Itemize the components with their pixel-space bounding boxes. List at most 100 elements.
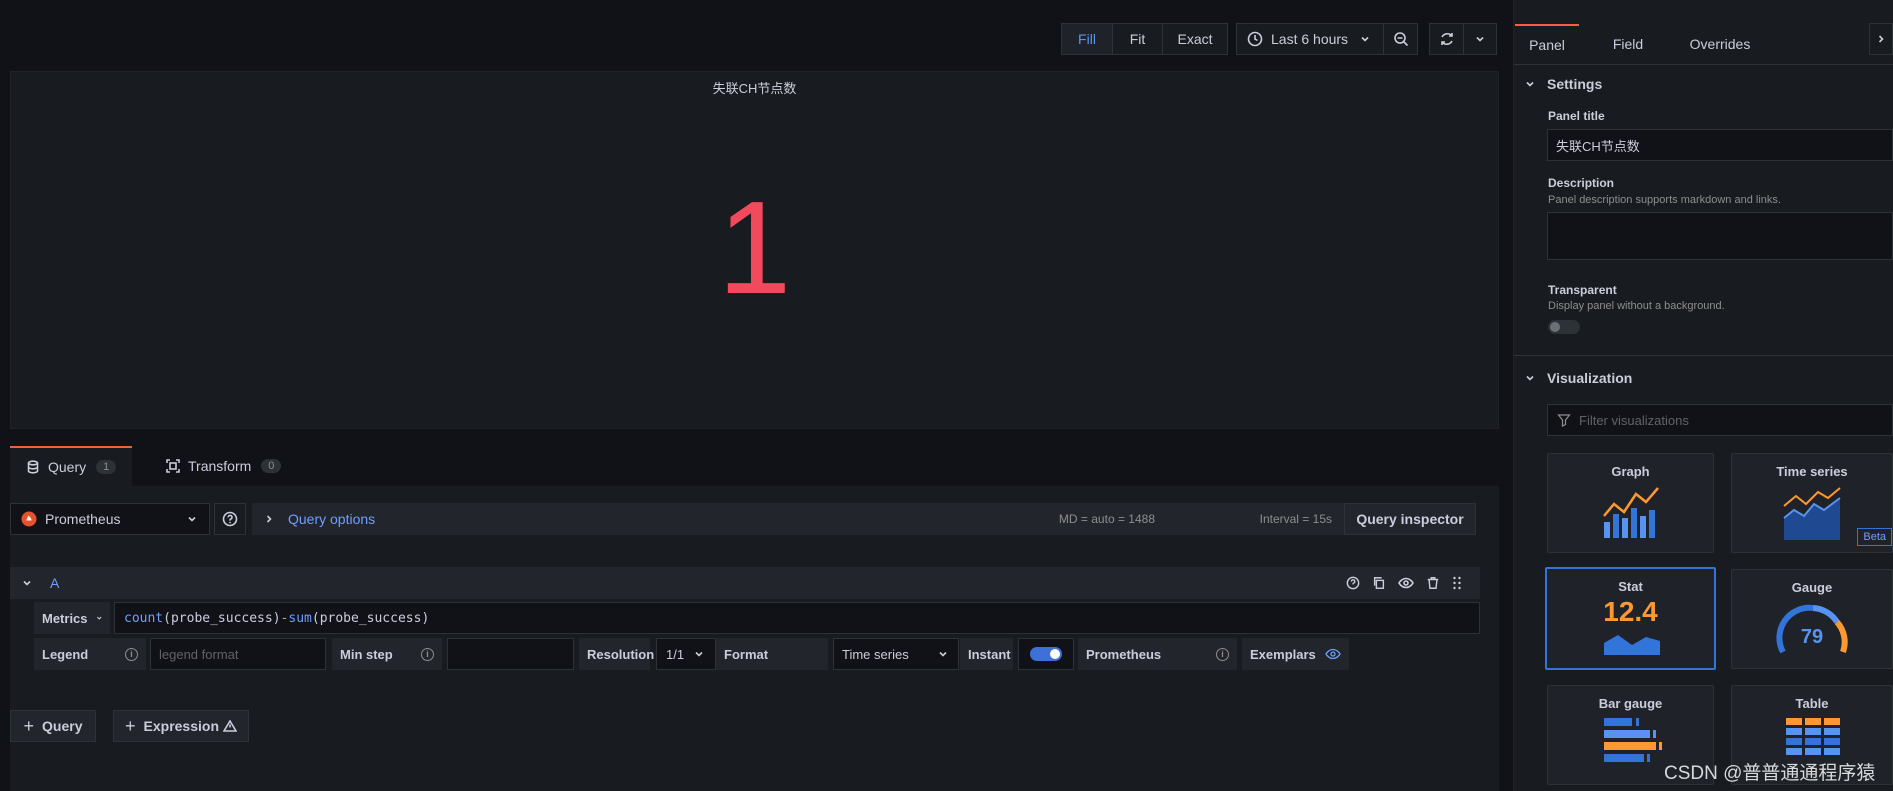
gauge-viz-sample-value: 79 <box>1800 626 1824 648</box>
viz-card-time-series[interactable]: Time series Beta <box>1731 453 1893 553</box>
viz-card-graph[interactable]: Graph <box>1547 453 1714 553</box>
chevron-down-icon <box>188 516 196 522</box>
stat-viz-sample-value: 12.4 <box>1603 596 1658 627</box>
datasource-label: Prometheus <box>45 511 121 527</box>
transparent-label: Transparent <box>1548 283 1617 297</box>
viz-gauge-label: Gauge <box>1791 580 1833 595</box>
bar-gauge-viz-icon <box>1604 718 1662 762</box>
description-textarea[interactable] <box>1547 212 1893 260</box>
expr-operator: - <box>280 610 289 626</box>
refresh-icon <box>1440 32 1453 46</box>
exact-button[interactable]: Exact <box>1163 23 1228 55</box>
expr-metric-1: probe_success <box>170 610 273 626</box>
side-tab-overrides[interactable]: Overrides <box>1682 24 1758 64</box>
transparent-toggle-knob <box>1550 322 1560 332</box>
prometheus-type-option: Prometheus i <box>1078 638 1237 670</box>
chevron-down-icon <box>1526 81 1534 87</box>
exemplars-toggle[interactable]: Exemplars <box>1242 638 1349 670</box>
stat-viz-sparkline-icon <box>1604 635 1660 655</box>
trash-icon[interactable] <box>1426 576 1440 590</box>
collapse-pane-button[interactable] <box>1869 23 1893 55</box>
metrics-browser-button[interactable]: Metrics <box>34 602 110 634</box>
filter-icon <box>1557 414 1571 427</box>
legend-format-input[interactable]: legend format <box>150 638 326 670</box>
viz-graph-label: Graph <box>1611 464 1650 479</box>
time-range-picker[interactable]: Last 6 hours <box>1236 23 1384 55</box>
zoom-out-button[interactable] <box>1384 23 1418 55</box>
min-step-input[interactable] <box>447 638 574 670</box>
resolution-value: 1/1 <box>666 646 685 662</box>
chevron-down-icon <box>695 651 703 657</box>
prometheus-type-label: Prometheus <box>1086 646 1162 662</box>
expr-metric-2: probe_success <box>319 610 422 626</box>
datasource-help-button[interactable] <box>214 503 246 535</box>
viz-bar-gauge-label: Bar gauge <box>1598 696 1663 711</box>
expr-function-sum: sum <box>288 610 312 626</box>
tab-query[interactable]: Query 1 <box>10 446 132 486</box>
refresh-interval-dropdown[interactable] <box>1464 23 1497 55</box>
side-tab-field[interactable]: Field <box>1600 24 1656 64</box>
filter-visualizations-input[interactable]: Filter visualizations <box>1547 404 1893 436</box>
plus-icon: + <box>125 715 136 736</box>
clock-icon <box>1247 31 1263 47</box>
beta-badge: Beta <box>1857 528 1892 546</box>
tabs-divider <box>1514 64 1893 65</box>
eye-icon[interactable] <box>1398 576 1414 590</box>
resolution-select[interactable]: 1/1 <box>656 638 716 670</box>
chevron-down-icon <box>1526 375 1534 381</box>
transparent-toggle[interactable] <box>1548 320 1580 334</box>
fill-button[interactable]: Fill <box>1061 23 1113 55</box>
info-icon: i <box>421 647 434 661</box>
query-row-header[interactable]: A <box>10 567 1480 599</box>
filter-placeholder: Filter visualizations <box>1579 412 1689 428</box>
instant-toggle-track <box>1030 647 1062 661</box>
min-step-option-label: Min step i <box>332 638 442 670</box>
side-tab-panel[interactable]: Panel <box>1515 24 1579 64</box>
instant-toggle[interactable] <box>1018 638 1074 670</box>
viz-card-stat[interactable]: Stat 12.4 <box>1545 567 1716 670</box>
interval-info: Interval = 15s <box>1259 512 1332 526</box>
viz-card-gauge[interactable]: Gauge 79 <box>1731 569 1893 669</box>
prometheus-logo-icon <box>21 511 37 527</box>
panel-title-input[interactable]: 失联CH节点数 <box>1547 129 1893 161</box>
viz-time-series-label: Time series <box>1776 464 1848 479</box>
query-inspector-button[interactable]: Query inspector <box>1344 503 1476 535</box>
tab-transform[interactable]: Transform 0 <box>152 446 302 486</box>
visualization-section-header[interactable]: Visualization <box>1525 366 1885 390</box>
add-query-label: Query <box>42 718 83 734</box>
settings-header: Settings <box>1547 76 1603 92</box>
stat-value: 1 <box>717 174 792 321</box>
fit-button[interactable]: Fit <box>1113 23 1163 55</box>
copy-icon[interactable] <box>1372 576 1386 590</box>
add-expression-button[interactable]: + Expression <box>113 710 249 742</box>
add-expression-label: Expression <box>143 718 219 734</box>
max-data-points-info: MD = auto = 1488 <box>1058 512 1155 526</box>
datasource-picker[interactable]: Prometheus <box>10 503 210 535</box>
promql-query-input[interactable]: count(probe_success) - sum(probe_success) <box>114 602 1480 634</box>
tab-transform-label: Transform <box>188 458 252 474</box>
query-options-toggle[interactable]: Query options MD = auto = 1488 Interval … <box>252 503 1344 535</box>
question-circle-icon <box>222 511 238 527</box>
refresh-group <box>1429 23 1497 55</box>
transform-icon <box>166 459 180 473</box>
description-label: Description <box>1548 176 1615 190</box>
add-query-button[interactable]: + Query <box>10 710 96 742</box>
eye-icon <box>1325 648 1341 660</box>
database-icon <box>27 460 39 474</box>
expr-function-count: count <box>124 610 164 626</box>
resolution-label: Resolution <box>579 638 654 670</box>
chevron-down-icon <box>96 616 102 620</box>
format-select[interactable]: Time series <box>833 638 959 670</box>
drag-handle-icon[interactable] <box>1452 576 1462 590</box>
format-value: Time series <box>842 646 909 662</box>
zoom-out-icon <box>1393 32 1408 47</box>
format-label: Format <box>716 638 828 670</box>
settings-section-header[interactable]: Settings <box>1525 72 1885 96</box>
chevron-down-icon <box>1476 36 1484 42</box>
tab-query-count: 1 <box>96 460 117 474</box>
view-mode-group: Fill Fit Exact <box>1061 23 1228 55</box>
viz-stat-label: Stat <box>1618 579 1643 594</box>
question-circle-icon[interactable] <box>1346 576 1360 590</box>
tab-query-label: Query <box>48 459 87 475</box>
refresh-button[interactable] <box>1429 23 1464 55</box>
